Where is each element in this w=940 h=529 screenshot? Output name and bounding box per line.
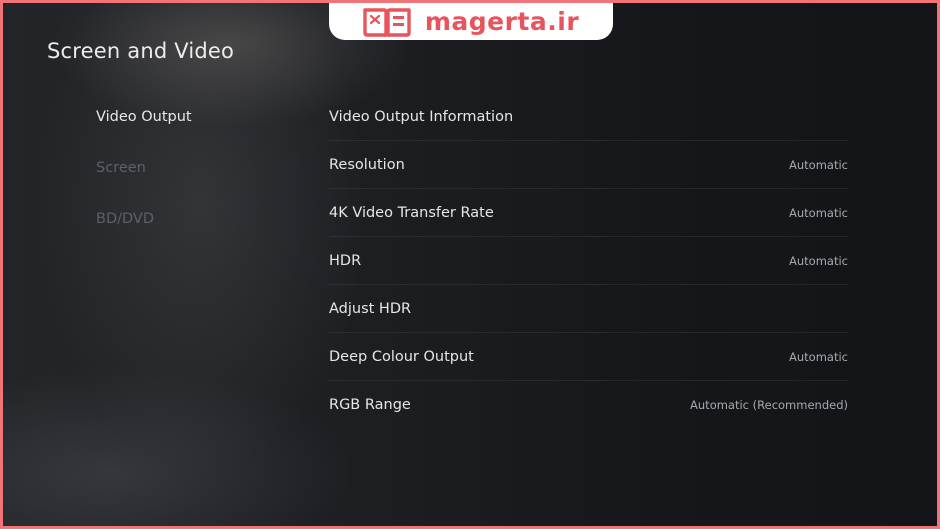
setting-value: Automatic (789, 205, 848, 220)
setting-label: Video Output Information (329, 108, 514, 125)
setting-row-adjust-hdr[interactable]: Adjust HDR (329, 285, 848, 333)
sidebar-item-video-output[interactable]: Video Output (96, 107, 192, 158)
setting-row-deep-colour-output[interactable]: Deep Colour Output Automatic (329, 333, 848, 381)
setting-label: Resolution (329, 156, 405, 173)
setting-value: Automatic (789, 157, 848, 172)
setting-label: 4K Video Transfer Rate (329, 204, 494, 221)
setting-value: Automatic (789, 349, 848, 364)
watermark-text: magerta.ir (424, 7, 580, 36)
setting-row-video-output-information[interactable]: Video Output Information (329, 93, 848, 141)
setting-value: Automatic (Recommended) (690, 397, 848, 412)
sidebar-nav: Video Output Screen BD/DVD (96, 107, 192, 260)
sidebar-item-screen[interactable]: Screen (96, 158, 192, 209)
open-book-icon (363, 7, 411, 37)
setting-row-4k-video-transfer-rate[interactable]: 4K Video Transfer Rate Automatic (329, 189, 848, 237)
setting-label: Deep Colour Output (329, 348, 474, 365)
setting-row-rgb-range[interactable]: RGB Range Automatic (Recommended) (329, 381, 848, 428)
setting-row-hdr[interactable]: HDR Automatic (329, 237, 848, 285)
settings-list: Video Output Information Resolution Auto… (329, 93, 848, 428)
setting-label: HDR (329, 252, 362, 269)
setting-label: RGB Range (329, 396, 411, 413)
setting-row-resolution[interactable]: Resolution Automatic (329, 141, 848, 189)
setting-value: Automatic (789, 253, 848, 268)
watermark-banner: magerta.ir (329, 3, 613, 40)
page-title: Screen and Video (47, 39, 235, 63)
setting-label: Adjust HDR (329, 300, 412, 317)
sidebar-item-bd-dvd[interactable]: BD/DVD (96, 209, 192, 260)
screen: magerta.ir Screen and Video Video Output… (3, 3, 937, 526)
